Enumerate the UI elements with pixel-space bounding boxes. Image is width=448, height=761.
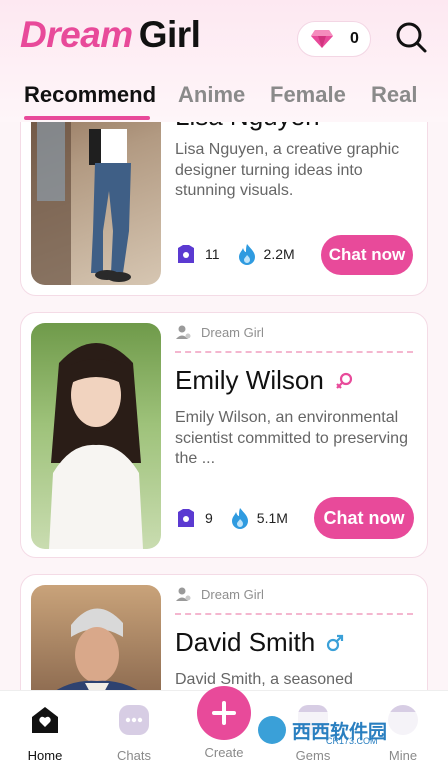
chat-now-button[interactable]: Chat now xyxy=(321,235,413,275)
nav-create-label: Create xyxy=(204,745,244,760)
tag-count: 9 xyxy=(205,510,213,526)
character-description: Emily Wilson, an environmental scientist… xyxy=(175,409,408,467)
watermark-subtext: CR173.COM xyxy=(326,736,378,746)
card-body: Dream Girl Emily Wilson Emily Wilson, an… xyxy=(175,323,413,470)
female-symbol-icon xyxy=(336,372,352,389)
nav-mine-label: Mine xyxy=(388,748,418,761)
search-icon[interactable] xyxy=(394,20,428,54)
nav-gems-label: Gems xyxy=(295,748,331,761)
character-photo xyxy=(31,323,161,549)
character-card[interactable]: Dream Girl Emily Wilson Emily Wilson, an… xyxy=(20,312,428,558)
creator-name: Dream Girl xyxy=(201,586,264,602)
plus-icon xyxy=(212,701,236,725)
character-name: David Smith xyxy=(175,627,316,657)
app-header: Dream Girl 0 Recommend Anime Female Real xyxy=(0,0,448,122)
creator-user-icon xyxy=(176,325,191,339)
fire-icon xyxy=(238,244,255,265)
tag-icon xyxy=(178,245,194,263)
logo-word-girl: Girl xyxy=(138,14,201,55)
nav-home-label: Home xyxy=(27,748,63,761)
tab-anime[interactable]: Anime xyxy=(178,82,245,108)
card-stats: 11 2.2M xyxy=(175,243,295,265)
home-icon xyxy=(32,707,58,733)
character-name: Emily Wilson xyxy=(175,365,324,395)
popularity-count: 2.2M xyxy=(263,246,295,262)
dashed-divider xyxy=(175,613,413,615)
popularity-count: 5.1M xyxy=(256,510,288,526)
tab-female[interactable]: Female xyxy=(270,82,346,108)
logo-word-dream: Dream xyxy=(20,14,133,55)
nav-chats[interactable]: Chats xyxy=(104,703,164,761)
tab-recommend[interactable]: Recommend xyxy=(24,82,156,108)
card-stats: 9 5.1M xyxy=(175,507,288,529)
card-body: Lisa Nguyen Lisa Nguyen, a creative grap… xyxy=(175,101,413,202)
watermark: 西西软件园 CR173.COM xyxy=(252,712,430,748)
creator-user-icon xyxy=(176,587,191,601)
gem-icon xyxy=(311,30,333,48)
chat-now-button[interactable]: Chat now xyxy=(314,497,414,539)
woman-in-white-sweater-photo-icon xyxy=(49,343,143,549)
tag-count: 11 xyxy=(205,246,220,262)
nav-home[interactable]: Home xyxy=(15,703,75,761)
character-description: Lisa Nguyen, a creative graphic designer… xyxy=(175,141,400,199)
create-button[interactable] xyxy=(197,686,251,740)
creator-label: Dream Girl xyxy=(175,323,413,341)
nav-chats-label: Chats xyxy=(117,748,151,761)
fire-icon xyxy=(231,508,248,529)
app-logo: Dream Girl xyxy=(20,14,201,56)
gems-balance-button[interactable]: 0 xyxy=(297,21,371,57)
dashed-divider xyxy=(175,351,413,353)
tag-icon xyxy=(178,509,194,527)
tab-real[interactable]: Real xyxy=(371,82,417,108)
creator-label: Dream Girl xyxy=(175,585,413,603)
male-symbol-icon xyxy=(327,634,344,651)
chat-bubble-icon xyxy=(119,705,149,735)
gems-count: 0 xyxy=(350,30,359,47)
creator-name: Dream Girl xyxy=(201,324,264,340)
watermark-logo-icon xyxy=(258,716,286,744)
active-tab-indicator xyxy=(24,116,150,120)
